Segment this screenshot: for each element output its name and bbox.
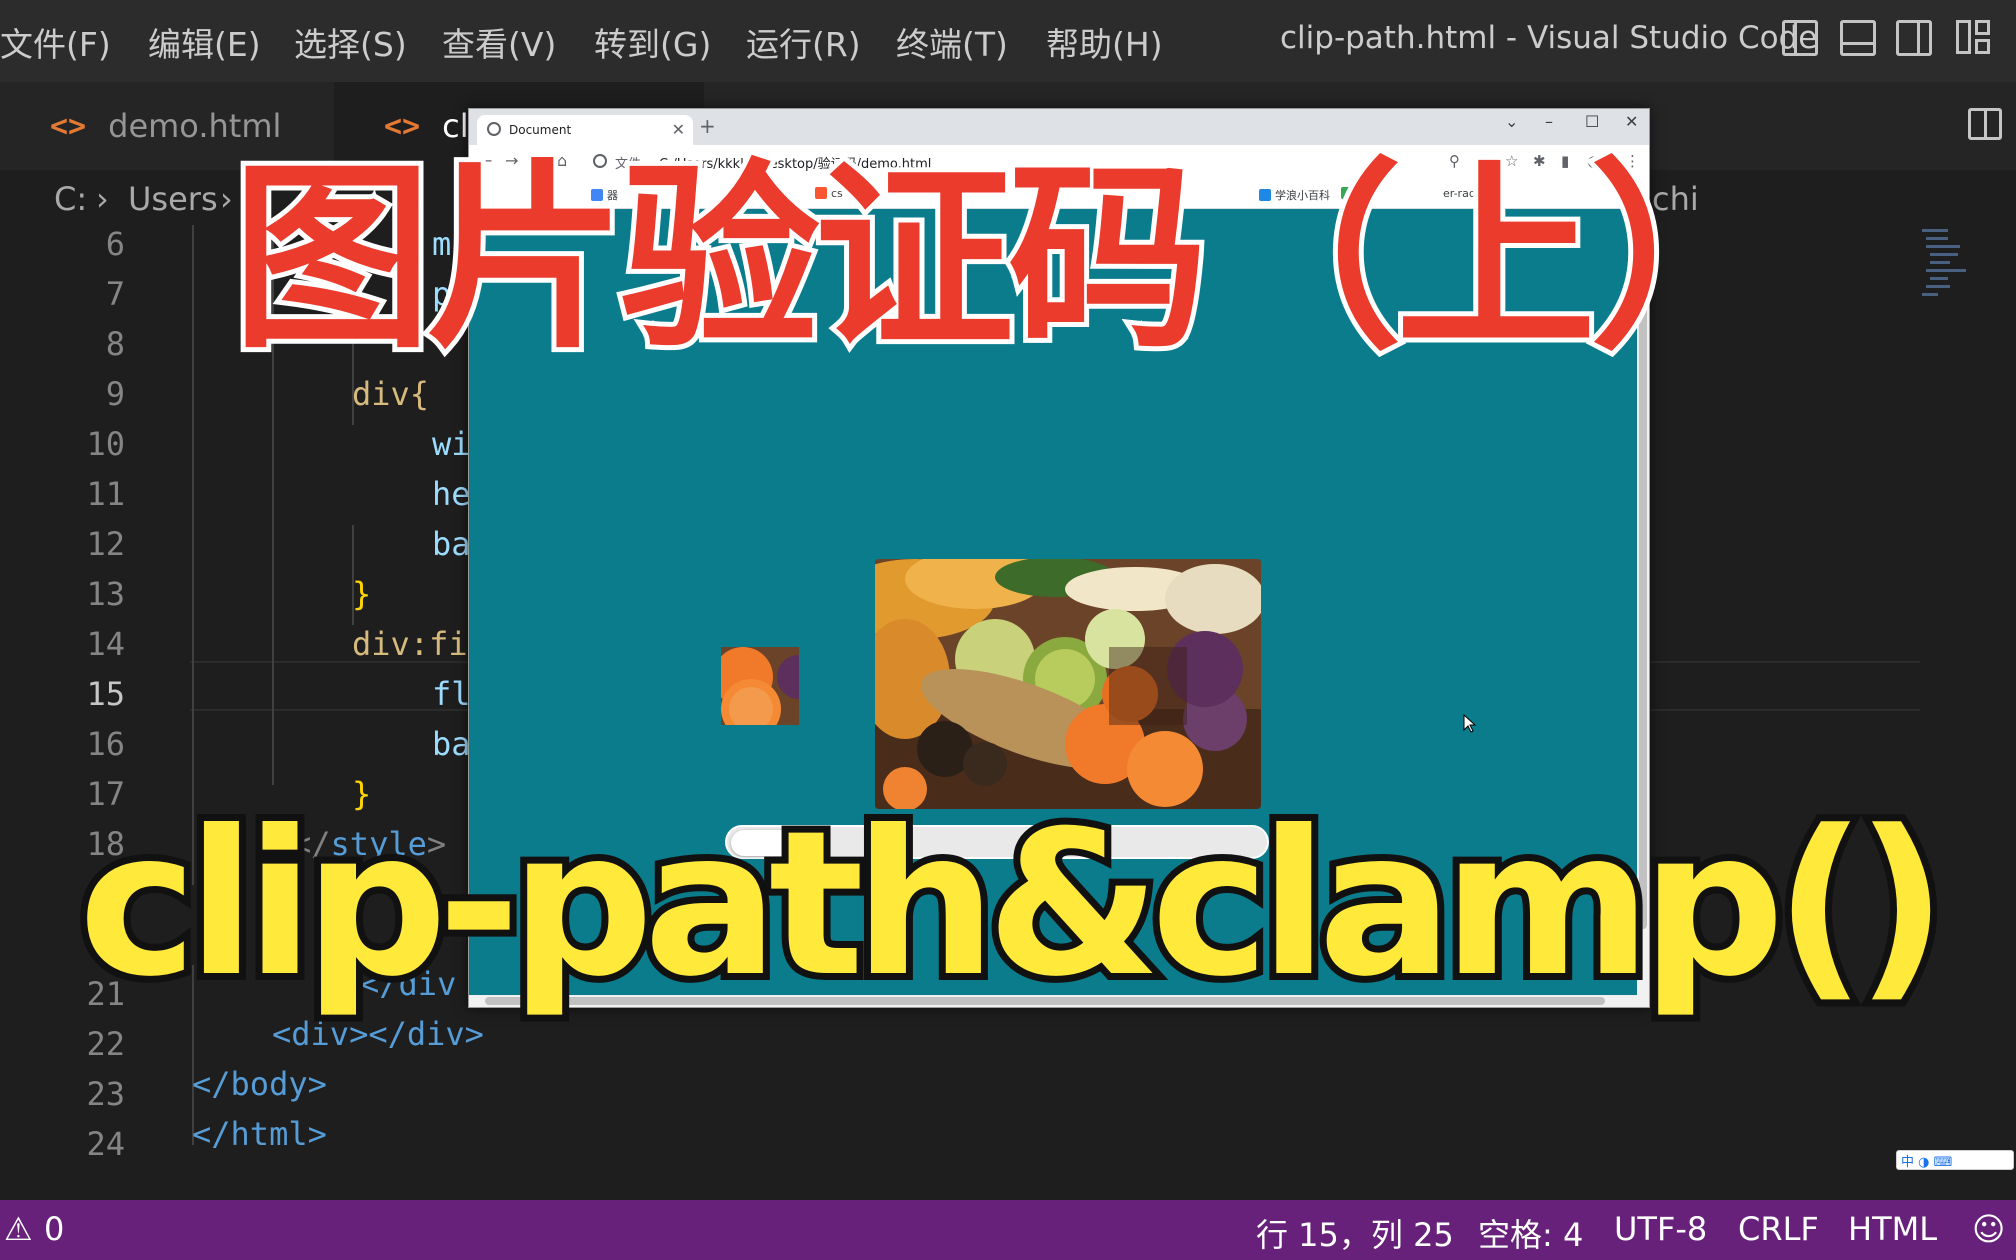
new-tab-button[interactable]: +: [699, 114, 716, 138]
close-window-icon[interactable]: ✕: [1625, 112, 1638, 131]
line-number: 23: [86, 1075, 125, 1113]
line-number: 14: [86, 625, 125, 663]
html-file-icon: <>: [50, 108, 87, 144]
browser-tab-strip: Document ✕ + ⌄ – ☐ ✕: [469, 109, 1649, 145]
menu-terminal[interactable]: 终端(T): [896, 18, 1008, 66]
menu-go[interactable]: 转到(G): [594, 18, 711, 66]
maximize-icon[interactable]: ☐: [1585, 112, 1599, 131]
warning-icon[interactable]: ⚠: [4, 1210, 33, 1248]
video-title-english: clip-path&clamp(): [72, 788, 1955, 1021]
code-line-14: div:fi: [352, 625, 468, 663]
line-number: 10: [86, 425, 125, 463]
line-number-current: 15: [86, 675, 125, 713]
menu-selection[interactable]: 选择(S): [294, 18, 407, 66]
code-line-13: }: [352, 575, 372, 613]
menu-edit[interactable]: 编辑(E): [148, 18, 261, 66]
line-number: 24: [86, 1125, 125, 1163]
menu-run[interactable]: 运行(R): [746, 18, 861, 66]
code-line-10: wi: [432, 425, 471, 463]
window-title: clip-path.html - Visual Studio Code: [1280, 20, 1818, 56]
line-number: 12: [86, 525, 125, 563]
captcha-slot: [1109, 647, 1187, 725]
code-line-16: ba: [432, 725, 471, 763]
menu-help[interactable]: 帮助(H): [1046, 18, 1163, 66]
menu-view[interactable]: 查看(V): [442, 18, 556, 66]
mouse-cursor-icon: [1463, 714, 1477, 733]
screen: 文件(F) 编辑(E) 选择(S) 查看(V) 转到(G) 运行(R) 终端(T…: [0, 0, 2016, 1260]
minimize-icon[interactable]: –: [1545, 112, 1553, 131]
indentation[interactable]: 空格: 4: [1478, 1210, 1583, 1256]
html-file-icon: <>: [384, 108, 421, 144]
line-number: 9: [105, 375, 125, 413]
encoding[interactable]: UTF-8: [1614, 1210, 1707, 1248]
cursor-position[interactable]: 行 15，列 25: [1256, 1210, 1454, 1256]
tab-label: demo.html: [108, 107, 282, 145]
line-number: 13: [86, 575, 125, 613]
code-line-9: div{: [352, 375, 430, 413]
status-bar: ⚠ 0 行 15，列 25 空格: 4 UTF-8 CRLF HTML ☺: [0, 1200, 2016, 1260]
code-line-23: </body>: [192, 1065, 327, 1103]
toggle-primary-sidebar-icon[interactable]: [1782, 20, 1818, 56]
tab-search-icon[interactable]: ⌄: [1505, 112, 1518, 131]
problems-count[interactable]: 0: [44, 1210, 64, 1248]
code-line-24: </html>: [192, 1115, 327, 1153]
split-editor-icon[interactable]: [1968, 108, 2002, 140]
line-ending[interactable]: CRLF: [1738, 1210, 1819, 1248]
title-bar: 文件(F) 编辑(E) 选择(S) 查看(V) 转到(G) 运行(R) 终端(T…: [0, 0, 2016, 82]
toggle-panel-icon[interactable]: [1840, 20, 1876, 56]
browser-tab[interactable]: Document ✕: [477, 115, 693, 145]
toggle-secondary-sidebar-icon[interactable]: [1896, 20, 1932, 56]
ime-toolbar[interactable]: 中 ◑ ⌨: [1896, 1150, 2014, 1170]
line-number: 11: [86, 475, 125, 513]
customize-layout-icon[interactable]: [1956, 20, 1992, 56]
line-number: 22: [86, 1025, 125, 1063]
menu-file[interactable]: 文件(F): [0, 18, 111, 66]
captcha-image: [875, 559, 1261, 809]
code-line-11: he: [432, 475, 471, 513]
code-line-12: ba: [432, 525, 471, 563]
language-mode[interactable]: HTML: [1848, 1210, 1937, 1248]
captcha-puzzle-piece[interactable]: [721, 647, 799, 725]
code-line-15: fl: [432, 675, 471, 713]
accounts-icon[interactable]: ☺: [1972, 1210, 2005, 1248]
video-title-chinese: 图片验证码（上）: [227, 143, 1795, 376]
line-number: 16: [86, 725, 125, 763]
globe-icon: [487, 122, 501, 136]
browser-tab-title: Document: [509, 123, 572, 137]
close-tab-icon[interactable]: ✕: [672, 120, 685, 139]
